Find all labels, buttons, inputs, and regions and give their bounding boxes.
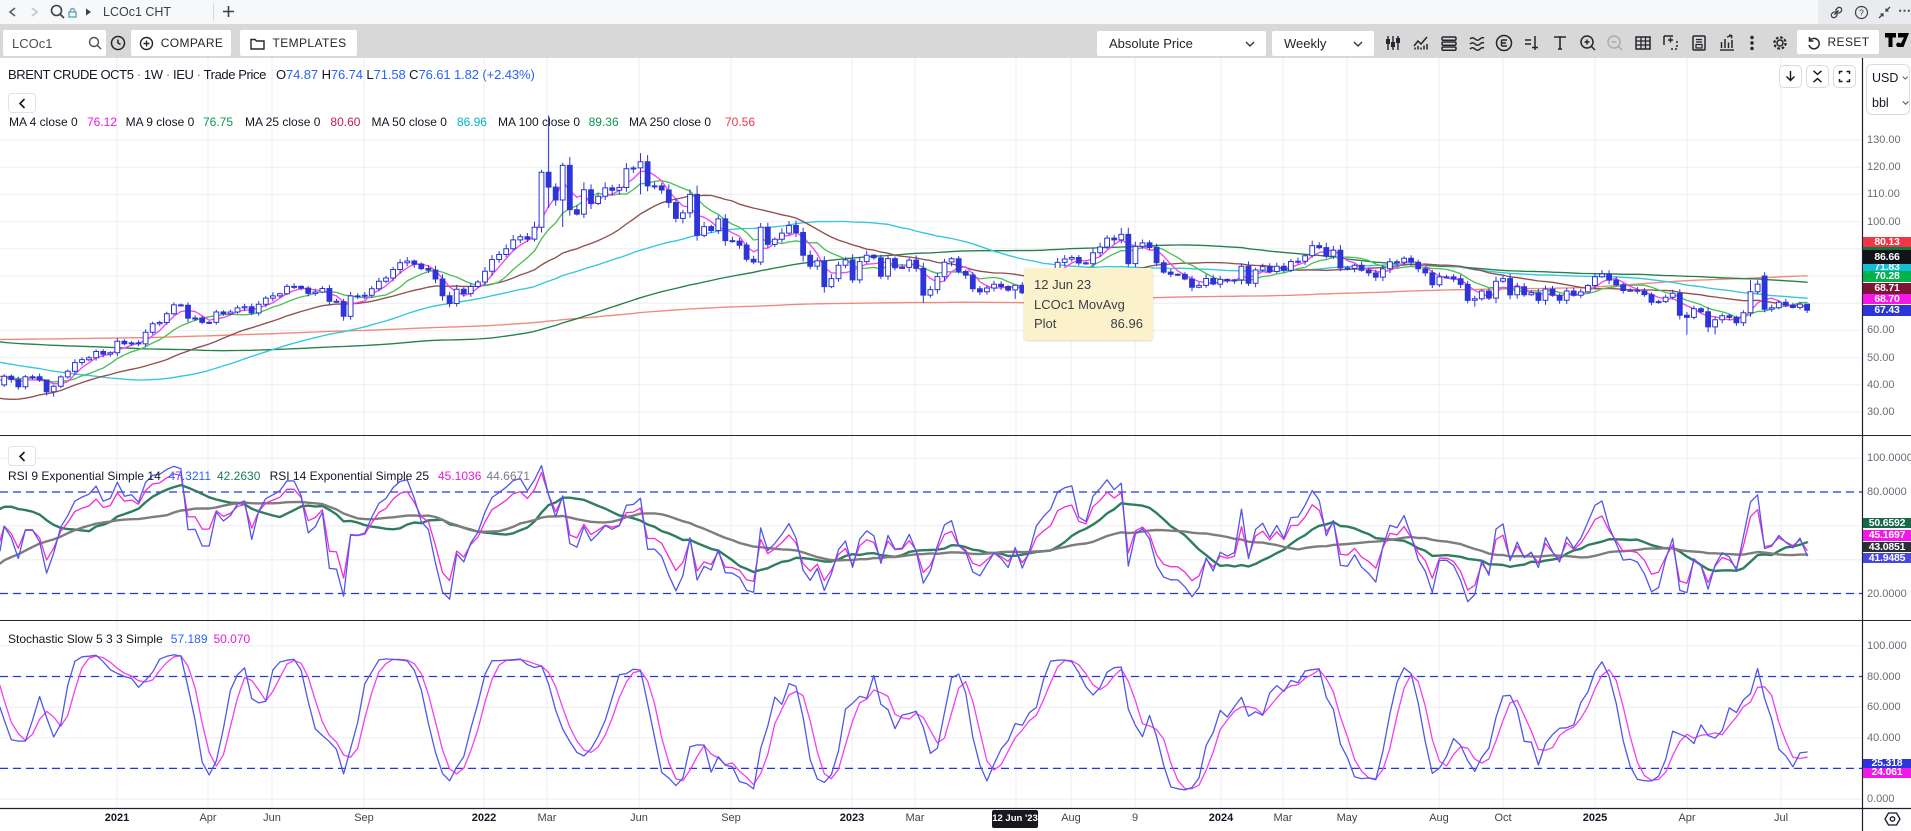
svg-text:?: ? [1859, 8, 1864, 18]
